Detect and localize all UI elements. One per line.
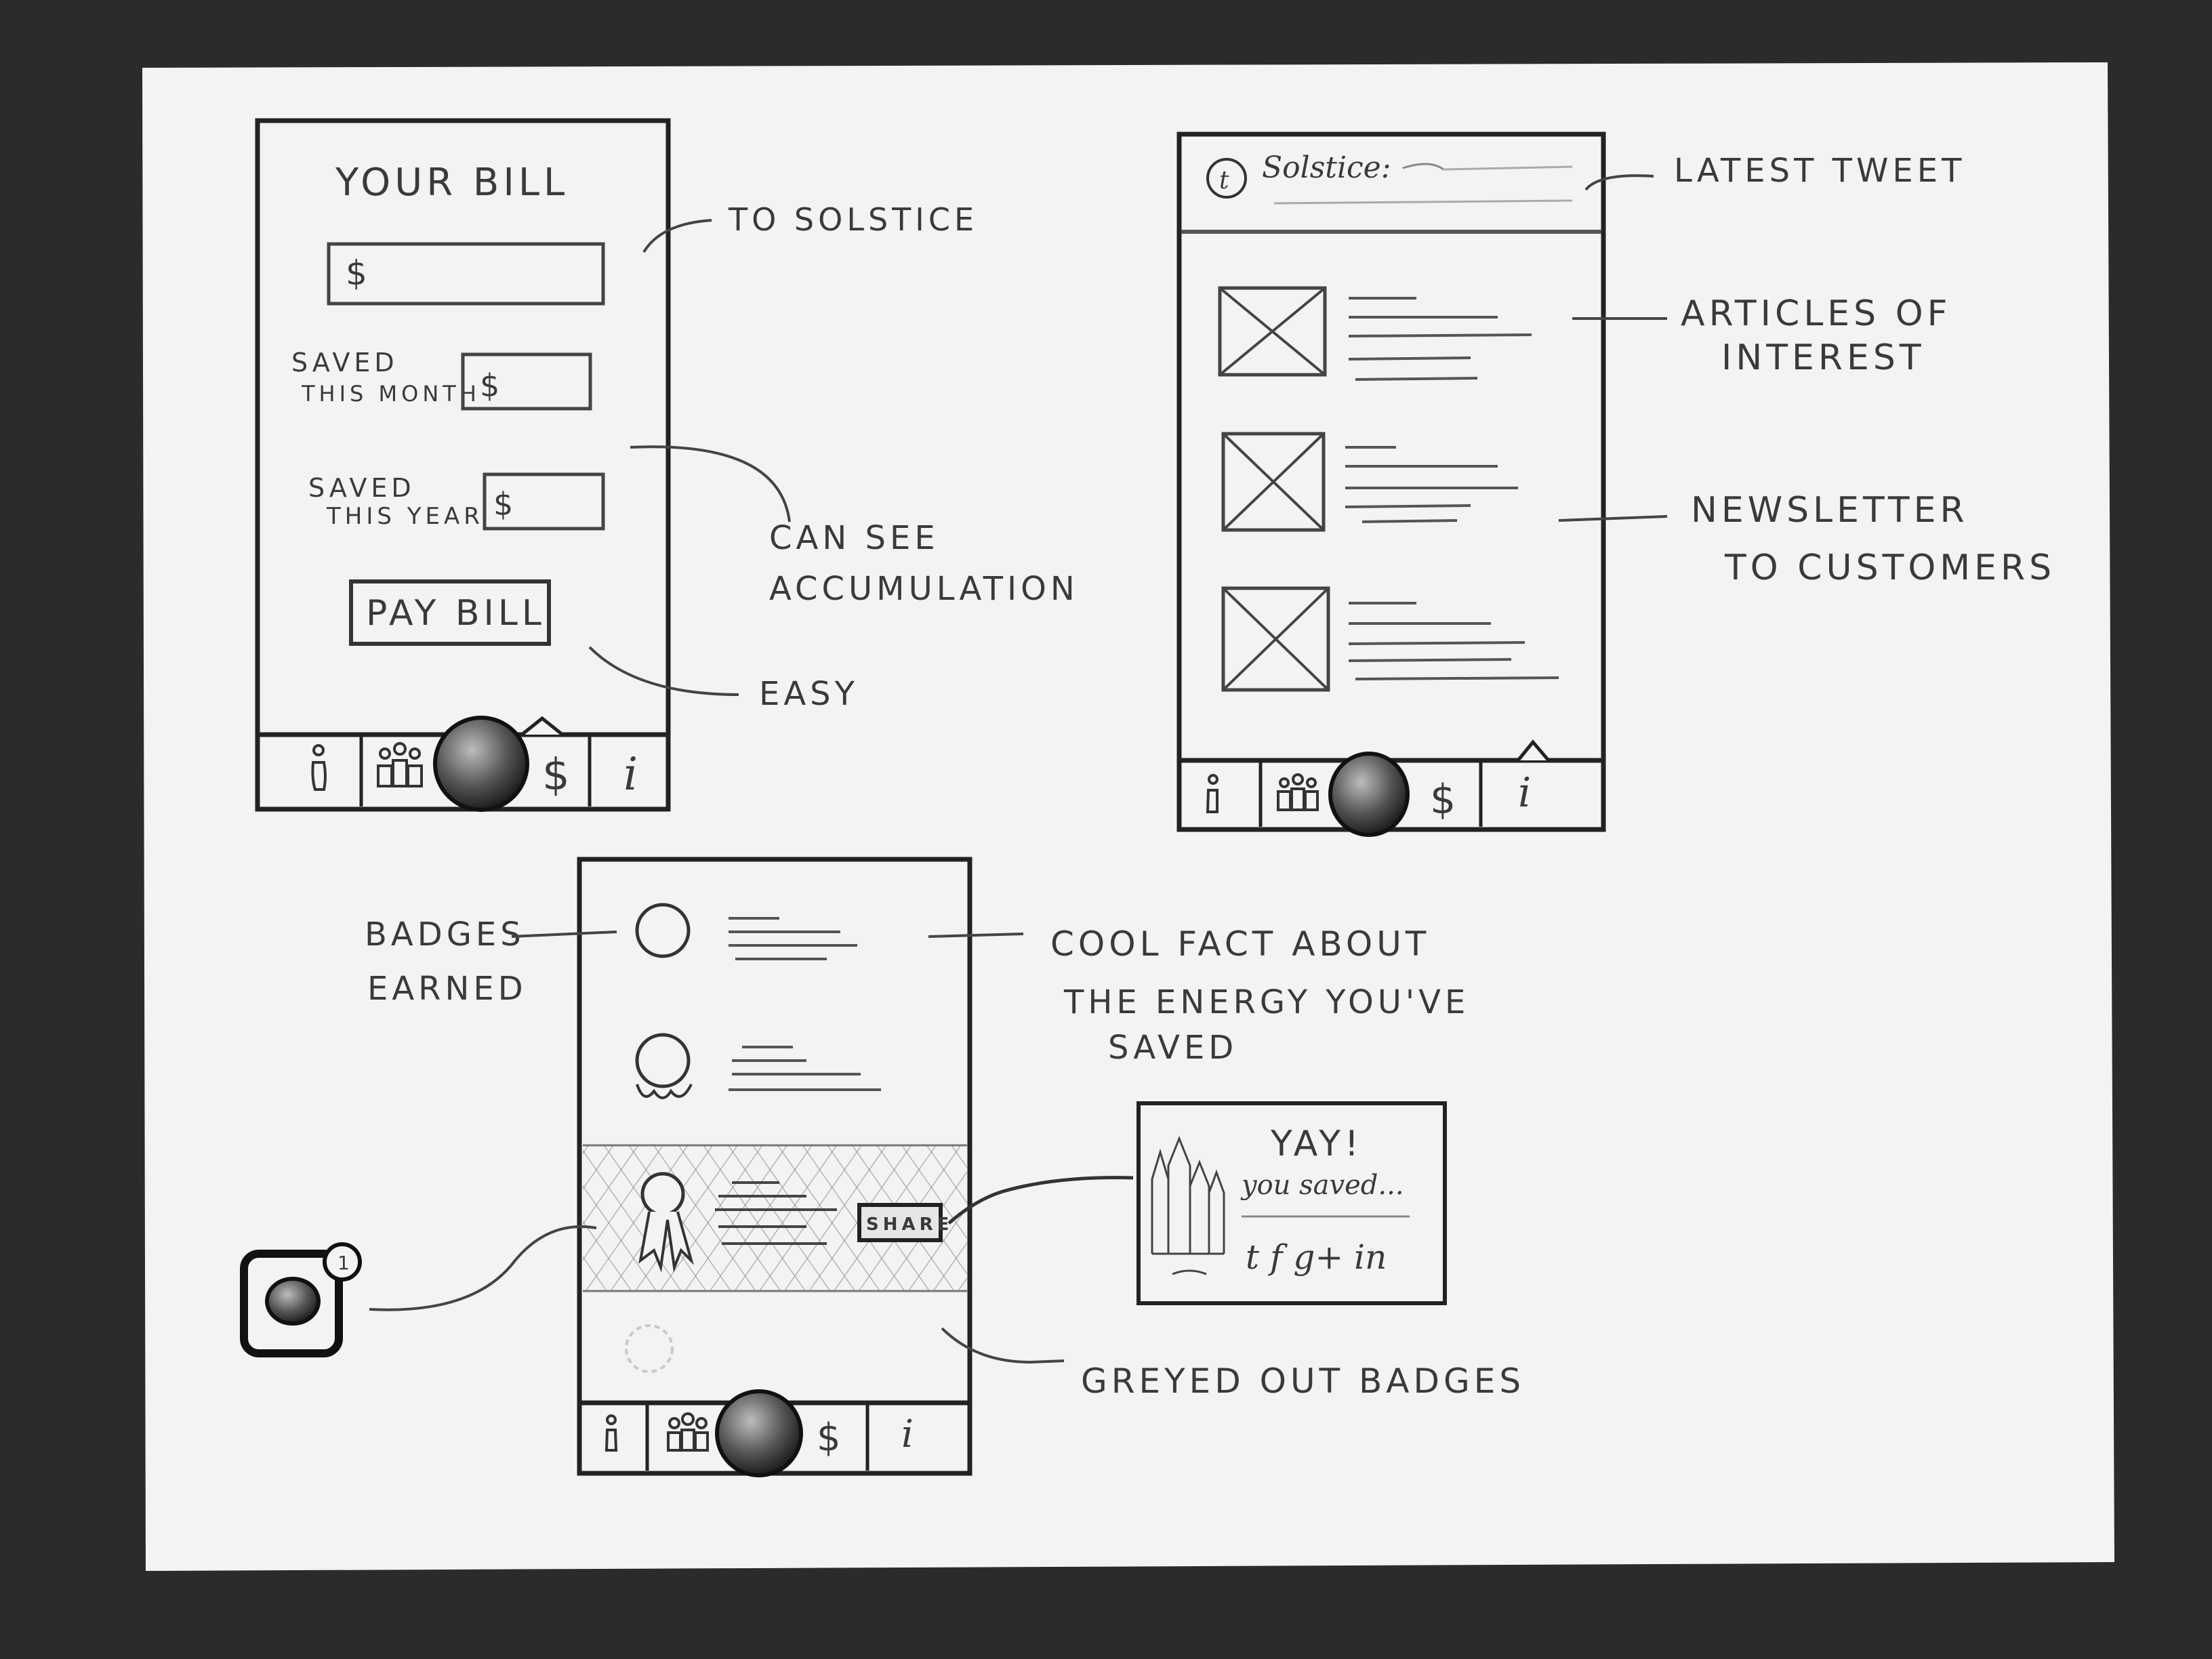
annotation-cool-fact-3: SAVED: [1108, 1029, 1237, 1067]
info-tab-icon[interactable]: i: [901, 1412, 914, 1456]
saved-month-label-1: SAVED: [291, 348, 398, 377]
annotation-to-solstice: TO SOLSTICE: [728, 201, 978, 238]
share-card-social: t f g+ in: [1246, 1237, 1387, 1277]
annotation-easy: EASY: [759, 675, 859, 713]
pay-bill-label: PAY BILL: [366, 593, 546, 634]
paper-sheet: [142, 62, 2114, 1571]
badge-row-highlighted[interactable]: SHARE: [583, 1144, 967, 1292]
annotation-articles-2: INTEREST: [1721, 337, 1925, 378]
svg-text:t: t: [1219, 167, 1229, 194]
saved-year-label-1: SAVED: [308, 473, 415, 503]
saved-month-currency: $: [480, 367, 504, 404]
energy-orb-icon[interactable]: [715, 1389, 803, 1477]
share-card-title: YAY!: [1270, 1124, 1363, 1164]
notification-count: 1: [337, 1252, 354, 1274]
sketch-sheet: YOUR BILL $ SAVED THIS MONTH $ SAVED THI…: [142, 62, 2114, 1571]
energy-orb-icon[interactable]: [433, 716, 529, 812]
annotation-cool-fact-2: THE ENERGY YOU'VE: [1063, 983, 1469, 1021]
dollar-tab-icon[interactable]: $: [542, 750, 574, 800]
share-card-subtitle: you saved...: [1240, 1170, 1404, 1201]
latest-tweet-text: Solstice:: [1262, 150, 1391, 185]
annotation-articles-1: ARTICLES OF: [1681, 293, 1952, 334]
annotation-can-see-1: CAN SEE: [769, 519, 939, 557]
annotation-cool-fact-1: COOL FACT ABOUT: [1050, 924, 1430, 964]
app-orb-icon: [265, 1277, 321, 1326]
annotation-can-see-2: ACCUMULATION: [769, 570, 1079, 608]
energy-orb-icon[interactable]: [1328, 752, 1410, 837]
annotation-greyed-out: GREYED OUT BADGES: [1081, 1361, 1525, 1401]
annotation-latest-tweet: LATEST TWEET: [1674, 152, 1965, 190]
annotation-newsletter-1: NEWSLETTER: [1691, 490, 1969, 531]
bill-title: YOUR BILL: [335, 161, 569, 205]
saved-year-currency: $: [493, 486, 517, 523]
info-tab-icon[interactable]: i: [1518, 769, 1531, 817]
saved-year-label-2: THIS YEAR: [326, 503, 484, 530]
bill-amount-currency: $: [346, 253, 371, 293]
dollar-tab-icon[interactable]: $: [817, 1416, 845, 1460]
info-tab-icon[interactable]: i: [623, 748, 638, 800]
dollar-tab-icon[interactable]: $: [1430, 776, 1460, 823]
annotation-badges-1: BADGES: [365, 916, 525, 954]
saved-month-label-2: THIS MONTH: [301, 381, 480, 407]
annotation-badges-2: EARNED: [367, 970, 527, 1008]
annotation-newsletter-2: TO CUSTOMERS: [1724, 548, 2055, 588]
share-button-label: SHARE: [866, 1214, 953, 1235]
